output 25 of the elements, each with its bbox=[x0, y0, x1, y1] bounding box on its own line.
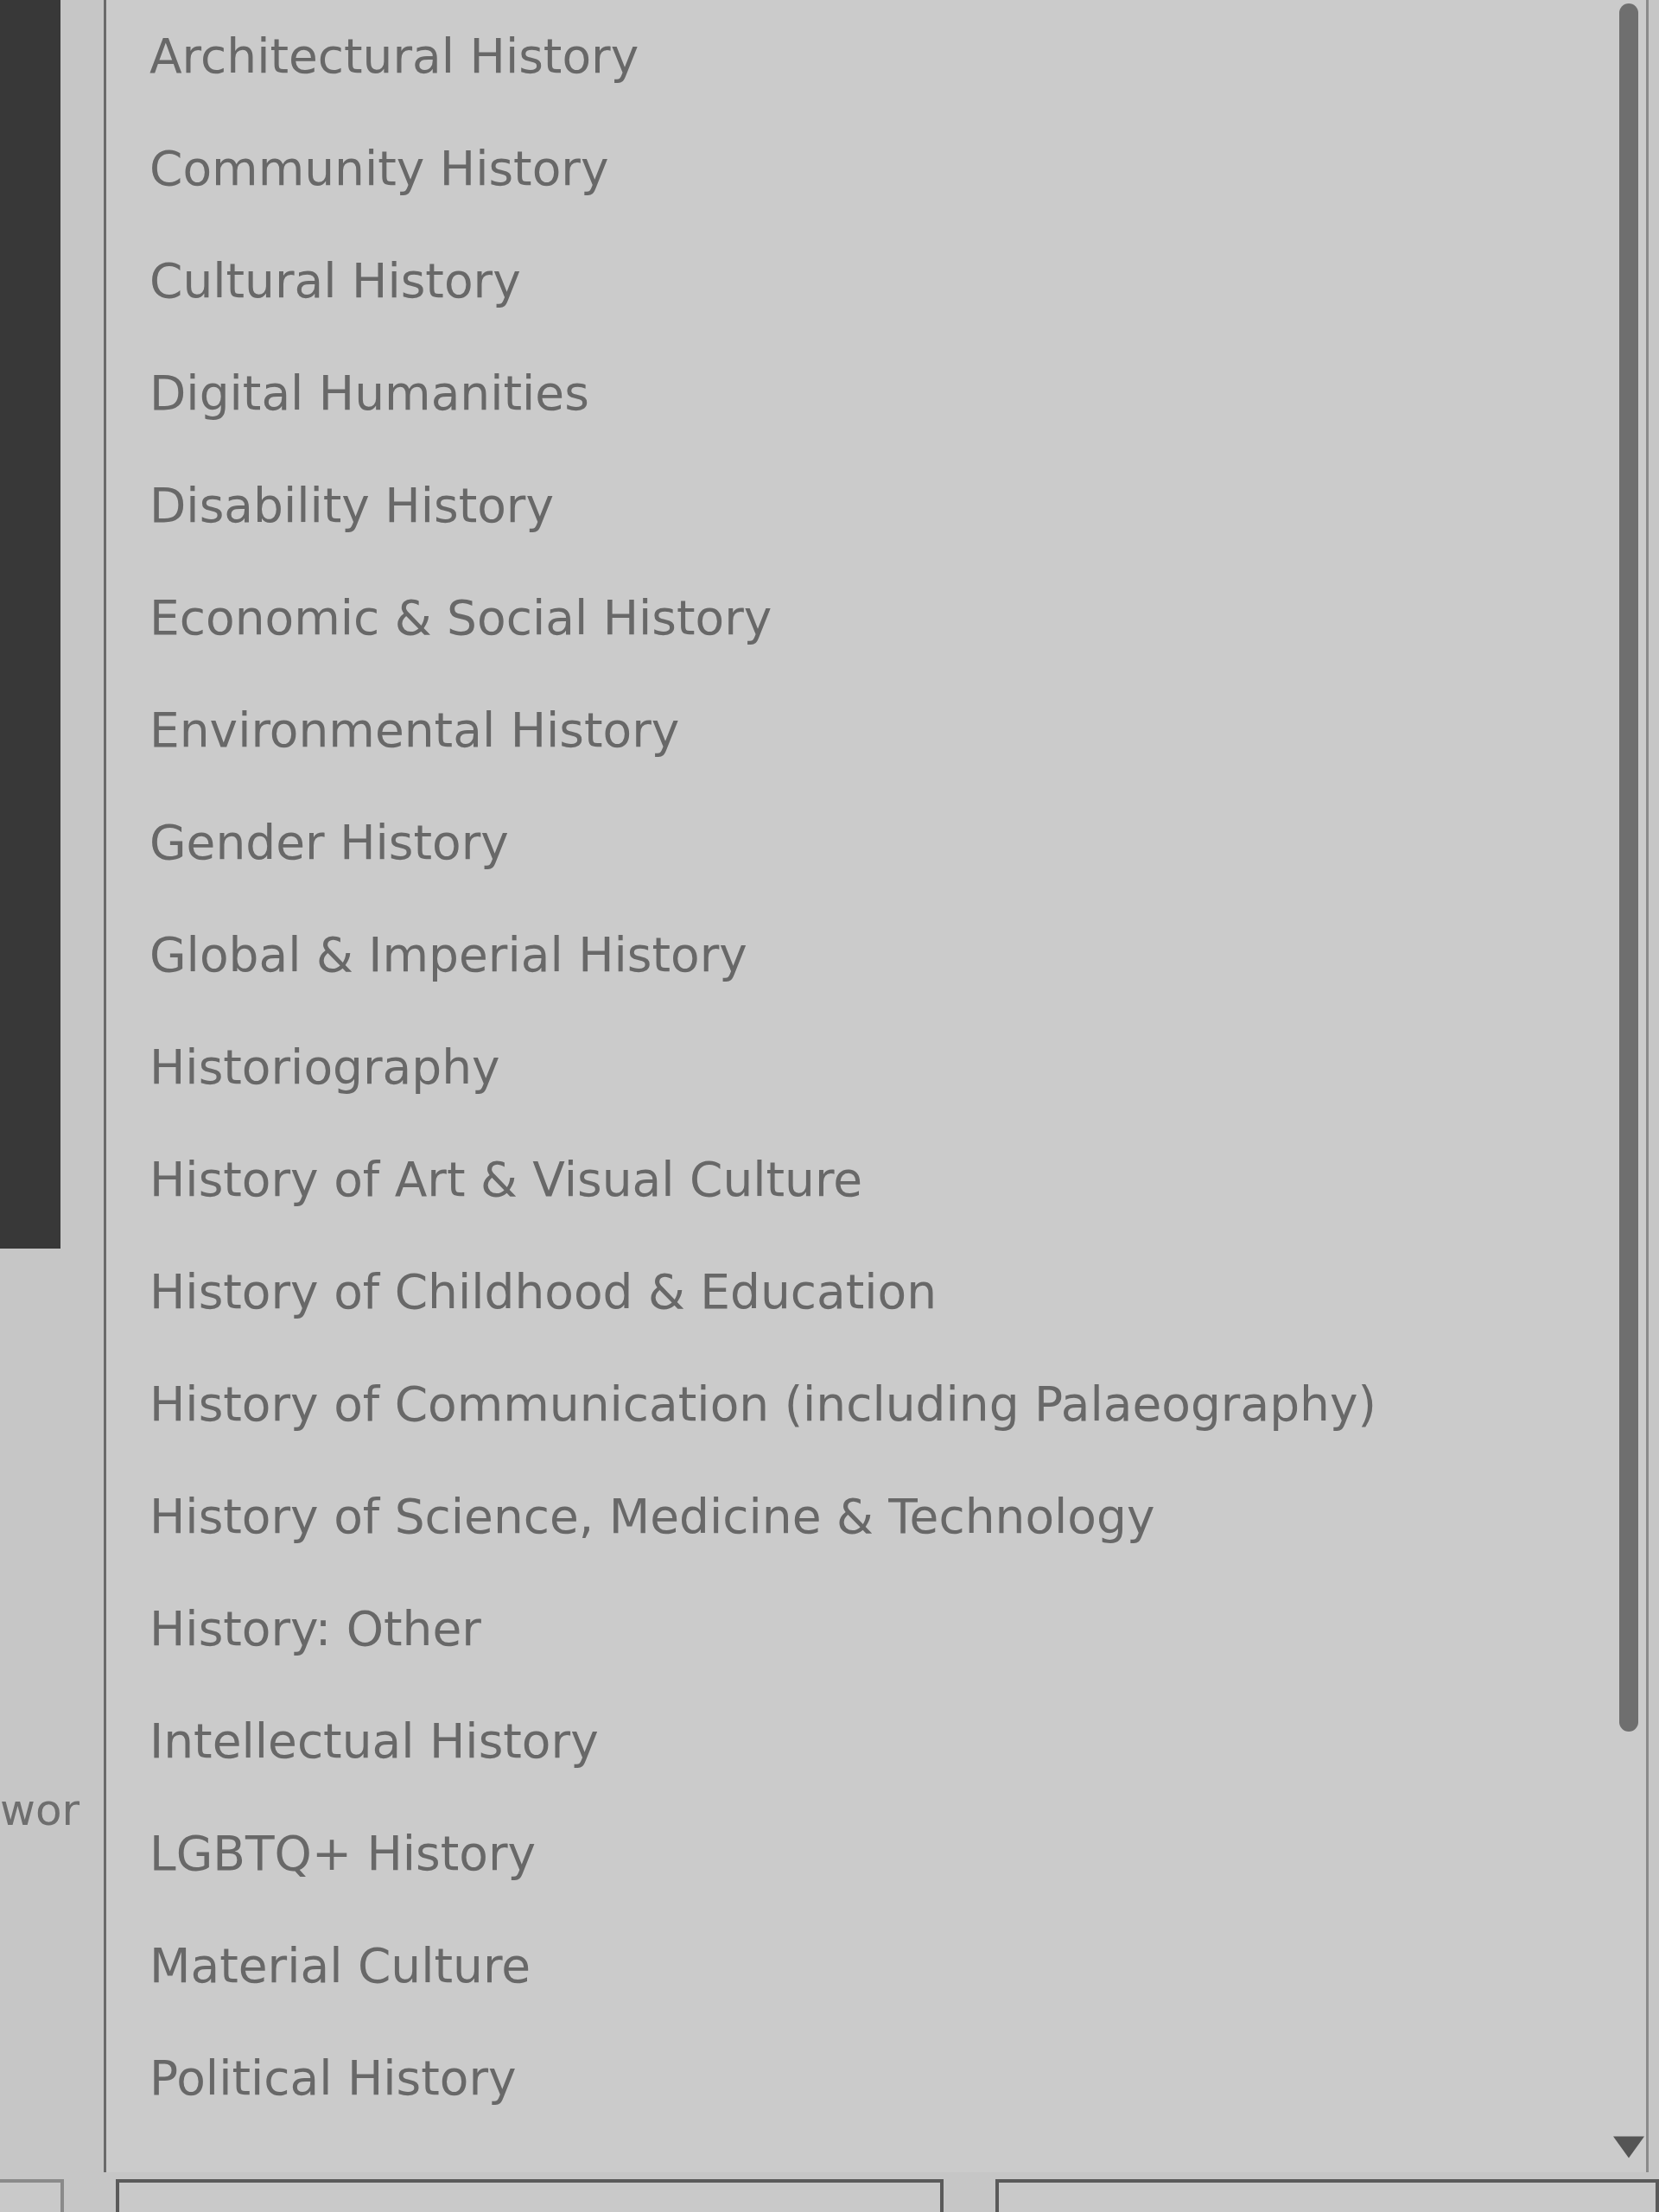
dropdown-option[interactable]: Economic & Social History bbox=[141, 562, 781, 674]
dropdown-option[interactable]: Cultural History bbox=[141, 225, 530, 337]
dropdown-option[interactable]: Digital Humanities bbox=[141, 337, 598, 449]
scrollbar-thumb[interactable] bbox=[1619, 3, 1638, 1732]
dropdown-option[interactable]: Intellectual History bbox=[141, 1685, 607, 1797]
dropdown-option[interactable]: Community History bbox=[141, 112, 618, 225]
dropdown-option[interactable]: Gender History bbox=[141, 786, 518, 899]
dropdown-option[interactable]: History of Science, Medicine & Technology bbox=[141, 1460, 1164, 1573]
dropdown-option[interactable]: History: Other bbox=[141, 1573, 490, 1685]
scroll-down-icon[interactable] bbox=[1613, 2136, 1644, 2158]
input-field[interactable] bbox=[995, 2179, 1659, 2212]
dropdown-option[interactable]: History of Art & Visual Culture bbox=[141, 1123, 872, 1236]
dropdown-option[interactable]: Environmental History bbox=[141, 674, 689, 786]
dropdown-option[interactable]: Political History bbox=[141, 2022, 525, 2134]
input-field[interactable] bbox=[0, 2179, 64, 2212]
dropdown-option[interactable]: Historiography bbox=[141, 1011, 509, 1123]
dropdown-option[interactable]: Global & Imperial History bbox=[141, 899, 756, 1011]
dropdown-option[interactable]: Disability History bbox=[141, 449, 563, 562]
dropdown-option[interactable]: Material Culture bbox=[141, 1910, 540, 2022]
dropdown-option[interactable]: Architectural History bbox=[141, 0, 648, 112]
dropdown-option[interactable]: History of Childhood & Education bbox=[141, 1236, 946, 1348]
dropdown-option[interactable]: LGBTQ+ History bbox=[141, 1797, 545, 1910]
field-label: wor bbox=[0, 1784, 80, 1836]
input-field[interactable] bbox=[116, 2179, 944, 2212]
dropdown-option[interactable]: History of Communication (including Palaeography) bbox=[141, 1348, 1385, 1460]
